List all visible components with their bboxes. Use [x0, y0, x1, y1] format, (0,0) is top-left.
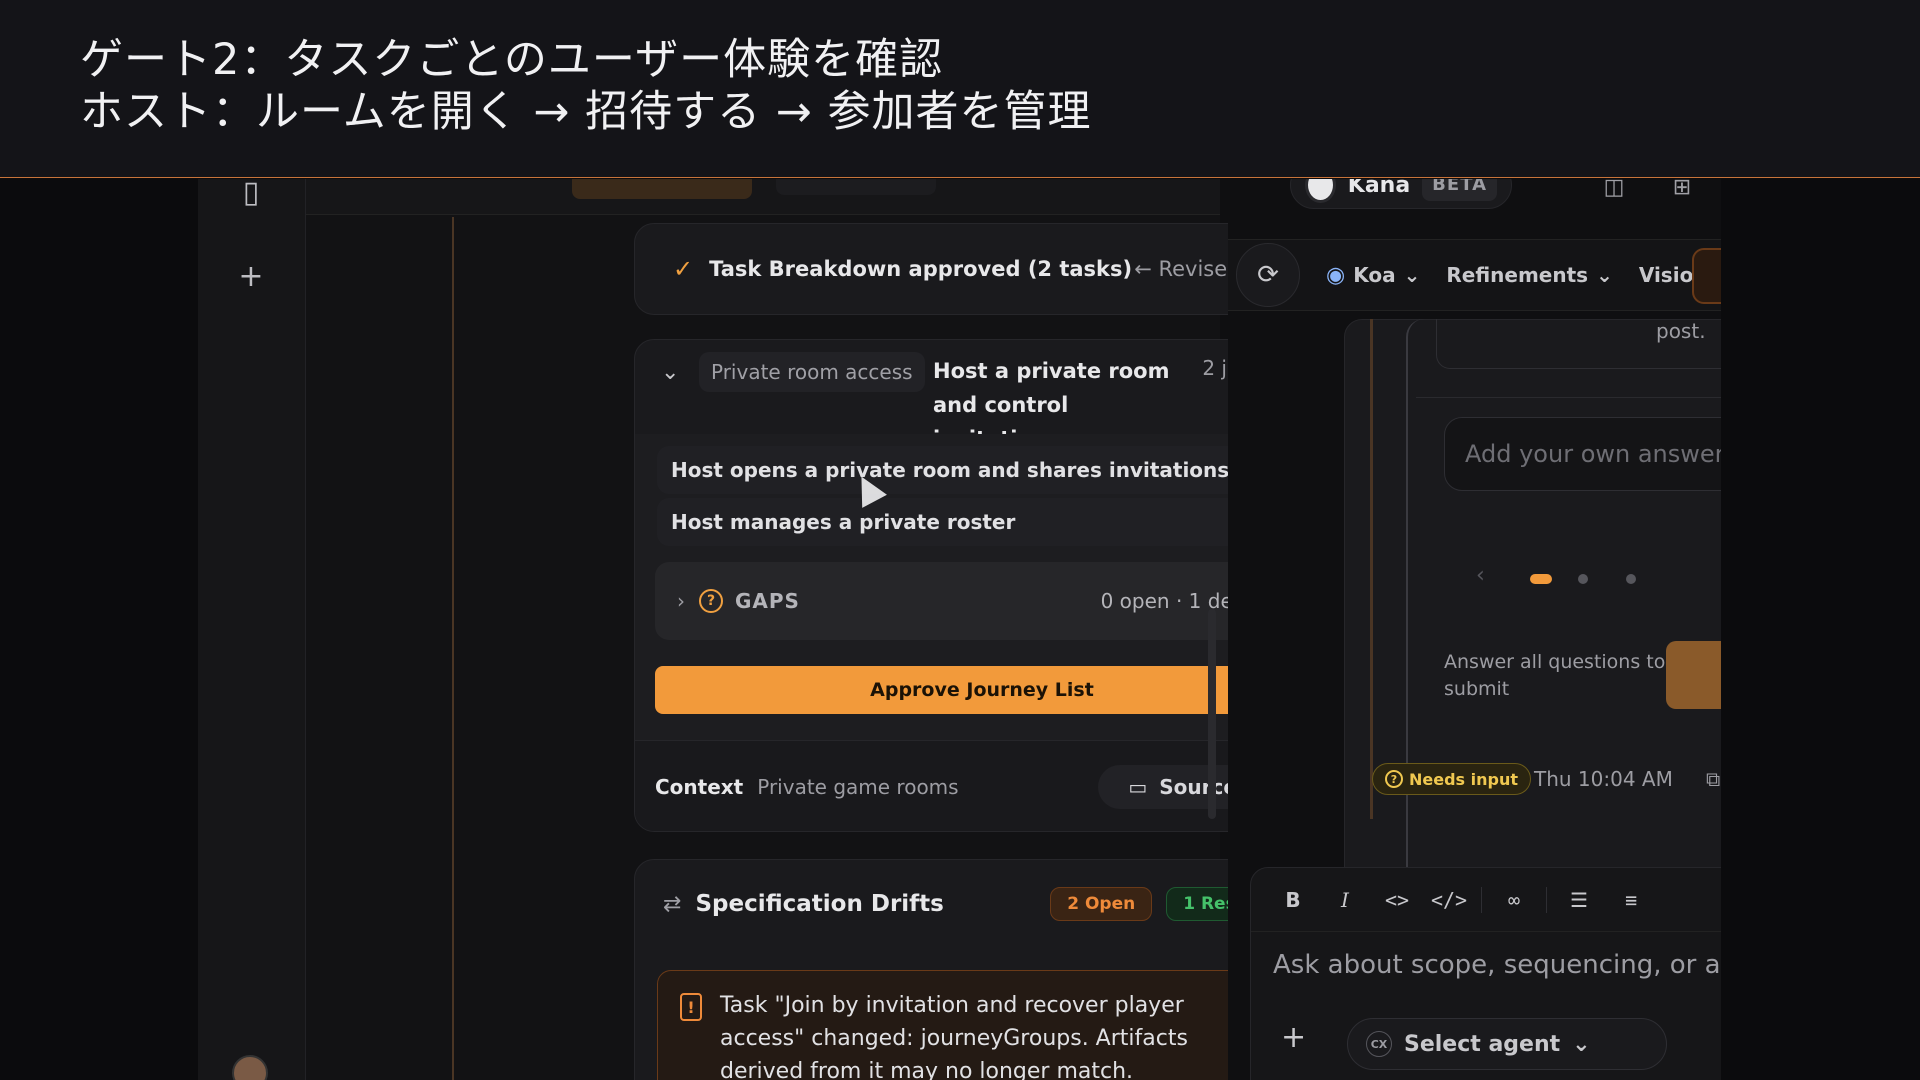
timeline-rule [452, 217, 454, 1080]
drift-alert-text: Task "Join by invitation and recover pla… [720, 993, 1188, 1080]
journey-card: ⌄ Private room access Host a private roo… [634, 339, 1328, 832]
refinements-label: Refinements [1446, 263, 1589, 287]
scrollbar[interactable] [1208, 609, 1216, 819]
divider [1546, 886, 1547, 913]
needs-input-label: Needs input [1409, 769, 1519, 789]
journey-body: Host opens a private room and shares inv… [635, 434, 1327, 831]
caption-line-1: ゲート2：タスクごとのユーザー体験を確認 [80, 35, 944, 85]
agent-name: Kana [1347, 179, 1411, 198]
refresh-icon[interactable]: ⟳ [1236, 243, 1300, 307]
copy-icon[interactable]: ⧉ [1706, 767, 1720, 791]
tab-execution[interactable] [776, 179, 936, 195]
breakdown-approved-card: ✓ Task Breakdown approved (2 tasks) ← Re… [634, 223, 1328, 315]
composer-input[interactable]: Ask about scope, sequencing, or acc [1273, 950, 1721, 980]
italic-icon[interactable]: I [1325, 888, 1365, 912]
composer: B I <> </> ∞ ☰ ≡ Ask about scope, sequen… [1250, 867, 1721, 1080]
split-view-icon[interactable]: ◫ [1600, 179, 1628, 203]
center-column: ✓ Task Breakdown approved (2 tasks) ← Re… [306, 179, 1328, 1080]
code-block-icon[interactable]: </> [1429, 888, 1469, 912]
format-toolbar: B I <> </> ∞ ☰ ≡ [1251, 868, 1721, 932]
context-value: Private game rooms [757, 775, 959, 799]
chevron-down-icon[interactable]: ⌄ [661, 360, 679, 385]
link-icon[interactable]: ∞ [1494, 888, 1534, 912]
specification-drifts-card: ⇄ Specification Drifts 2 Open 1 Resolved… [634, 859, 1328, 1080]
page-dot-active[interactable] [1530, 574, 1552, 584]
post-fragment: post. [1656, 319, 1706, 343]
page-dot[interactable] [1578, 574, 1588, 584]
agent-toolbar: ⟳ ◉ Koa ⌄ Refinements ⌄ Vision [1228, 239, 1721, 311]
drifts-header: ⇄ Specification Drifts 2 Open 1 Resolved [663, 882, 1305, 926]
needs-input-badge: ? Needs input [1372, 763, 1532, 795]
chevron-left-icon[interactable]: ‹ [1476, 563, 1485, 588]
drifts-title: Specification Drifts [695, 891, 944, 917]
alert-icon: ! [680, 993, 702, 1021]
chevron-right-icon[interactable]: › [677, 589, 685, 613]
agent-panel: Kana BETA ◫ ⊞ ⟳ ◉ Koa ⌄ Refinements ⌄ Vi… [1228, 179, 1721, 1080]
question-icon: ? [1385, 770, 1403, 788]
question-icon: ? [699, 589, 723, 613]
new-chat-icon[interactable]: ⊞ [1668, 179, 1696, 203]
chevron-down-icon: ⌄ [1403, 263, 1421, 287]
koa-selector[interactable]: ◉ Koa ⌄ [1326, 263, 1420, 288]
chevron-down-icon: ⌄ [1572, 1031, 1591, 1057]
owl-icon: ◉ [1326, 262, 1346, 288]
koa-label: Koa [1353, 263, 1396, 287]
caption-line-2: ホスト：ルームを開く → 招待する → 参加者を管理 [80, 87, 1092, 137]
panel-accent-rule [1370, 319, 1373, 819]
divider [1481, 886, 1482, 913]
journey-header[interactable]: ⌄ Private room access Host a private roo… [635, 340, 1327, 451]
branch-icon: ⇄ [663, 891, 682, 917]
context-label: Context [655, 775, 744, 799]
toolbar-orange-chip[interactable] [1692, 248, 1721, 304]
agent-select[interactable]: CX Select agent ⌄ [1347, 1018, 1667, 1070]
top-tabs [306, 179, 1220, 215]
agent-code: CX [1366, 1031, 1392, 1057]
tab-roadmap[interactable] [572, 179, 752, 199]
agent-header[interactable]: Kana BETA [1290, 179, 1512, 209]
agent-avatar [1305, 179, 1336, 203]
app-window: ▯ + ✓ Task Breakdown approved (2 tasks) … [198, 179, 1721, 1080]
own-answer-input[interactable]: Add your own answer o [1444, 417, 1721, 491]
page-dot[interactable] [1626, 574, 1636, 584]
bold-icon[interactable]: B [1273, 888, 1313, 912]
divider [1416, 397, 1721, 398]
refinements-selector[interactable]: Refinements ⌄ [1446, 263, 1612, 287]
breakdown-status: Task Breakdown approved (2 tasks) [709, 257, 1133, 281]
left-rail: ▯ + [198, 179, 306, 1080]
agent-select-label: Select agent [1404, 1031, 1561, 1057]
beta-badge: BETA [1422, 179, 1497, 201]
open-badge[interactable]: 2 Open [1050, 887, 1153, 921]
journey-tag: Private room access [699, 352, 925, 392]
gaps-label: GAPS [735, 589, 800, 613]
check-icon: ✓ [673, 255, 694, 283]
code-icon[interactable]: <> [1377, 888, 1417, 912]
plus-icon[interactable]: + [1281, 1020, 1306, 1055]
context-bar: Context Private game rooms ▭ Source 1/1 [635, 740, 1327, 831]
plus-icon[interactable]: + [236, 259, 266, 294]
caption-banner: ゲート2：タスクごとのユーザー体験を確認 ホスト：ルームを開く → 招待する →… [0, 0, 1920, 178]
journey-row[interactable]: Host manages a private roster [657, 498, 1307, 546]
comment-icon: ▭ [1128, 775, 1148, 799]
drift-alert[interactable]: ! Task "Join by invitation and recover p… [657, 970, 1297, 1080]
submit-button[interactable] [1666, 641, 1721, 709]
chevron-down-icon: ⌄ [1596, 263, 1613, 287]
bullet-list-icon[interactable]: ☰ [1559, 888, 1599, 912]
avatar[interactable] [232, 1055, 268, 1080]
question-card [1406, 319, 1721, 919]
submit-hint: Answer all questions to submit [1444, 651, 1666, 700]
sidebar-toggle-icon[interactable]: ▯ [236, 179, 266, 210]
message-timestamp: Thu 10:04 AM [1534, 767, 1673, 791]
journey-row[interactable]: Host opens a private room and shares inv… [657, 446, 1307, 494]
numbered-list-icon[interactable]: ≡ [1611, 888, 1651, 912]
